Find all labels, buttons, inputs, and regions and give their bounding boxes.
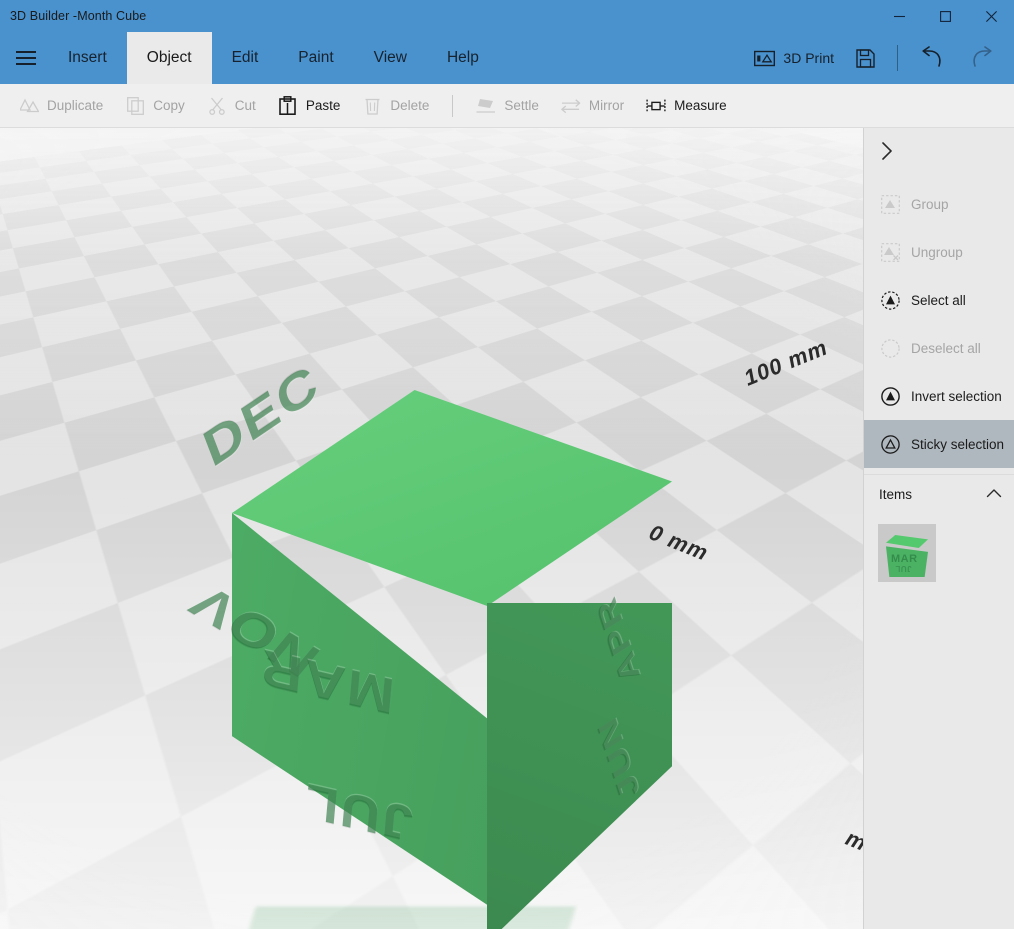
ungroup-icon xyxy=(879,241,901,263)
close-button[interactable] xyxy=(968,0,1014,32)
duplicate-label: Duplicate xyxy=(47,98,103,113)
deselect-all-icon xyxy=(879,337,901,359)
panel-action-list: Group Ungroup xyxy=(864,174,1014,468)
menu-item-help[interactable]: Help xyxy=(427,32,499,84)
cut-label: Cut xyxy=(235,98,256,113)
menu-item-label: Paint xyxy=(298,49,333,67)
redo-button[interactable] xyxy=(958,40,1004,76)
cut-button[interactable]: Cut xyxy=(196,90,267,122)
paste-label: Paste xyxy=(306,98,341,113)
items-grid: MAR JUL xyxy=(864,514,1014,582)
3d-print-icon xyxy=(754,49,775,68)
minimize-button[interactable] xyxy=(876,0,922,32)
window-controls xyxy=(876,0,1014,32)
paste-button[interactable]: Paste xyxy=(267,90,352,122)
menu-bar: Insert Object Edit Paint View Help 3D Pr… xyxy=(0,32,1014,84)
panel-item-label: Sticky selection xyxy=(911,437,1004,452)
3d-print-label: 3D Print xyxy=(783,50,834,66)
items-section-title: Items xyxy=(879,487,912,502)
menu-item-label: Help xyxy=(447,49,479,67)
toolbar-divider xyxy=(452,95,453,117)
menu-item-label: Object xyxy=(147,49,192,67)
panel-item-deselect-all[interactable]: Deselect all xyxy=(864,324,1014,372)
mirror-button[interactable]: Mirror xyxy=(550,90,635,122)
duplicate-icon xyxy=(19,96,39,116)
panel-item-label: Select all xyxy=(911,293,966,308)
delete-label: Delete xyxy=(390,98,429,113)
panel-item-ungroup[interactable]: Ungroup xyxy=(864,228,1014,276)
maximize-icon xyxy=(940,11,951,22)
clipboard-icon xyxy=(278,96,298,116)
settle-label: Settle xyxy=(504,98,539,113)
save-button[interactable] xyxy=(846,43,885,74)
settle-icon xyxy=(476,96,496,116)
menu-item-paint[interactable]: Paint xyxy=(278,32,353,84)
copy-label: Copy xyxy=(153,98,185,113)
items-section-header[interactable]: Items xyxy=(864,474,1014,514)
copy-icon xyxy=(125,96,145,116)
menu-item-label: Edit xyxy=(232,49,259,67)
panel-item-label: Ungroup xyxy=(911,245,963,260)
scissors-icon xyxy=(207,96,227,116)
menu-item-insert[interactable]: Insert xyxy=(48,32,127,84)
panel-item-label: Deselect all xyxy=(911,341,981,356)
menu-item-label: Insert xyxy=(68,49,107,67)
object-toolbar: Duplicate Copy Cut xyxy=(0,84,1014,128)
menu-icon xyxy=(16,47,36,69)
menu-item-edit[interactable]: Edit xyxy=(212,32,279,84)
panel-item-label: Group xyxy=(911,197,949,212)
settle-button[interactable]: Settle xyxy=(465,90,550,122)
duplicate-button[interactable]: Duplicate xyxy=(8,90,114,122)
group-icon xyxy=(879,193,901,215)
thumbnail-face-text-2: JUL xyxy=(895,564,912,573)
redo-icon xyxy=(968,46,994,70)
panel-item-label: Invert selection xyxy=(911,389,1002,404)
object-side-panel: Group Ungroup xyxy=(863,128,1014,929)
measure-icon xyxy=(646,96,666,116)
3d-print-button[interactable]: 3D Print xyxy=(744,43,844,74)
save-icon xyxy=(856,49,875,68)
3d-viewport[interactable]: 100 mm 0 mm m DEC NOV MAR JUL APR JUN xyxy=(0,128,863,929)
sticky-selection-icon xyxy=(879,433,901,455)
close-icon xyxy=(986,11,997,22)
title-bar: 3D Builder -Month Cube xyxy=(0,0,1014,32)
undo-button[interactable] xyxy=(910,40,956,76)
hamburger-menu-button[interactable] xyxy=(4,32,48,84)
chevron-right-icon xyxy=(880,141,894,161)
thumbnail-cube-shape: MAR JUL xyxy=(883,535,931,577)
invert-selection-icon xyxy=(879,385,901,407)
panel-expand-button[interactable] xyxy=(864,128,1014,174)
menu-bar-actions: 3D Print xyxy=(744,32,1014,84)
panel-item-sticky-selection[interactable]: Sticky selection xyxy=(864,420,1014,468)
measure-label: Measure xyxy=(674,98,727,113)
undo-icon xyxy=(920,46,946,70)
app-body: 100 mm 0 mm m DEC NOV MAR JUL APR JUN xyxy=(0,128,1014,929)
app-window: 3D Builder -Month Cube xyxy=(0,0,1014,929)
maximize-button[interactable] xyxy=(922,0,968,32)
thumbnail-cube-top xyxy=(886,535,928,548)
panel-item-select-all[interactable]: Select all xyxy=(864,276,1014,324)
copy-button[interactable]: Copy xyxy=(114,90,196,122)
chevron-up-icon xyxy=(986,487,1002,502)
item-thumbnail-month-cube[interactable]: MAR JUL xyxy=(878,524,936,582)
menu-item-object[interactable]: Object xyxy=(127,32,212,84)
panel-item-group[interactable]: Group xyxy=(864,180,1014,228)
measure-button[interactable]: Measure xyxy=(635,90,738,122)
mirror-icon xyxy=(561,96,581,116)
select-all-icon xyxy=(879,289,901,311)
trash-icon xyxy=(362,96,382,116)
mirror-label: Mirror xyxy=(589,98,624,113)
panel-item-invert-selection[interactable]: Invert selection xyxy=(864,372,1014,420)
window-title: 3D Builder -Month Cube xyxy=(0,9,146,23)
menu-item-label: View xyxy=(374,49,407,67)
delete-button[interactable]: Delete xyxy=(351,90,440,122)
menu-item-view[interactable]: View xyxy=(354,32,427,84)
minimize-icon xyxy=(894,11,905,22)
menu-divider xyxy=(897,45,898,71)
cube-face-right xyxy=(487,603,672,929)
